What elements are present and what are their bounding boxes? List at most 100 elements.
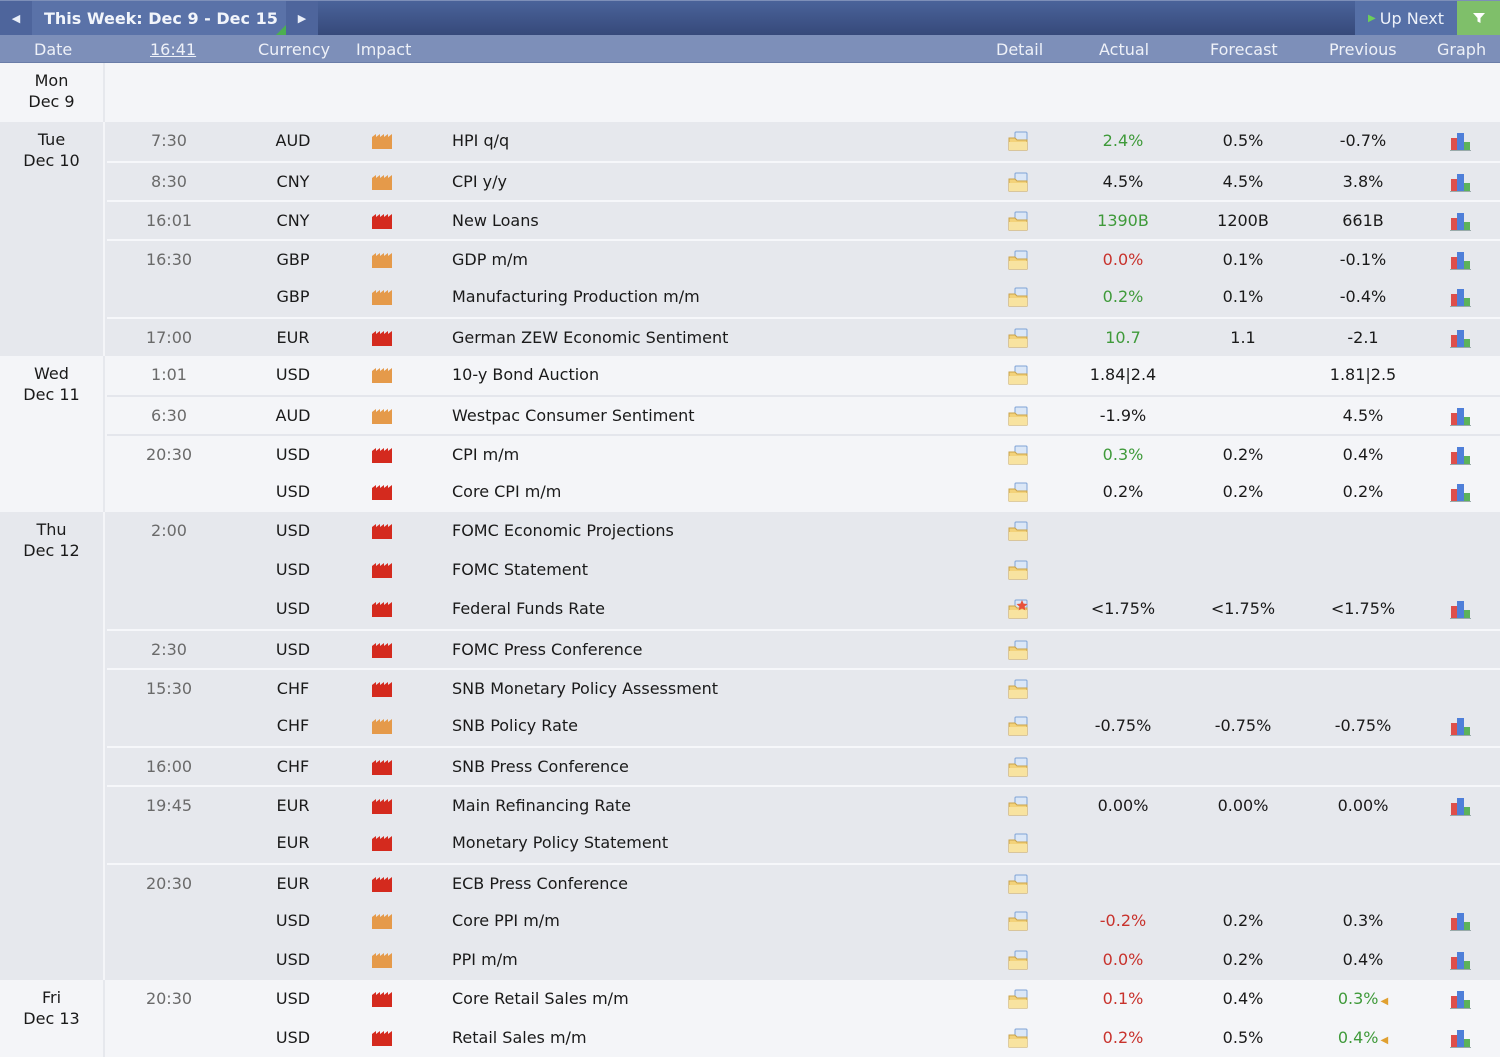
event-row[interactable]: USD Retail Sales m/m 0.2% 0.5% 0.4% ◀ — [107, 1019, 1500, 1057]
event-actual: 0.0% — [1102, 950, 1144, 969]
graph-icon[interactable] — [1448, 131, 1472, 151]
event-row[interactable]: 16:01 CNY New Loans 1390B 1200B 661B — [107, 200, 1500, 239]
event-name[interactable]: SNB Policy Rate — [452, 707, 578, 744]
next-week-button[interactable]: ▶ — [286, 1, 318, 35]
event-name[interactable]: Westpac Consumer Sentiment — [452, 397, 695, 434]
graph-icon[interactable] — [1448, 716, 1472, 736]
detail-folder-icon[interactable] — [1007, 950, 1031, 970]
event-name[interactable]: ECB Press Conference — [452, 865, 628, 902]
week-selector[interactable]: This Week: Dec 9 - Dec 15 — [32, 1, 286, 35]
detail-folder-icon[interactable] — [1007, 521, 1031, 541]
current-time-link[interactable]: 16:41 — [150, 40, 196, 59]
graph-icon[interactable] — [1448, 989, 1472, 1009]
detail-folder-icon[interactable] — [1007, 445, 1031, 465]
event-name[interactable]: Monetary Policy Statement — [452, 824, 668, 861]
event-name[interactable]: PPI m/m — [452, 941, 518, 978]
detail-folder-icon[interactable] — [1007, 716, 1031, 736]
event-row[interactable]: 16:00 CHF SNB Press Conference — [107, 746, 1500, 785]
event-time: 8:30 — [151, 172, 187, 191]
graph-icon[interactable] — [1448, 950, 1472, 970]
graph-icon[interactable] — [1448, 445, 1472, 465]
event-forecast: 0.2% — [1222, 950, 1264, 969]
event-row[interactable]: USD PPI m/m 0.0% 0.2% 0.4% — [107, 941, 1500, 980]
event-name[interactable]: Retail Sales m/m — [452, 1019, 587, 1056]
event-row[interactable]: 7:30 AUD HPI q/q 2.4% 0.5% -0.7% — [107, 122, 1500, 161]
event-name[interactable]: German ZEW Economic Sentiment — [452, 319, 728, 356]
event-name[interactable]: FOMC Press Conference — [452, 631, 642, 668]
detail-folder-icon[interactable] — [1007, 640, 1031, 660]
event-row[interactable]: 16:30 GBP GDP m/m 0.0% 0.1% -0.1% — [107, 239, 1500, 278]
event-name[interactable]: Manufacturing Production m/m — [452, 278, 700, 315]
day-label: Fri Dec 13 — [0, 980, 105, 1057]
event-row[interactable]: 2:00 USD FOMC Economic Projections — [107, 512, 1500, 551]
detail-folder-icon[interactable] — [1007, 833, 1031, 853]
event-row[interactable]: USD Core PPI m/m -0.2% 0.2% 0.3% — [107, 902, 1500, 941]
detail-folder-icon[interactable] — [1007, 757, 1031, 777]
event-name[interactable]: GDP m/m — [452, 241, 528, 278]
graph-icon[interactable] — [1448, 172, 1472, 192]
graph-icon[interactable] — [1448, 211, 1472, 231]
event-name[interactable]: FOMC Economic Projections — [452, 512, 674, 549]
event-name[interactable]: Core Retail Sales m/m — [452, 980, 629, 1017]
graph-icon[interactable] — [1448, 911, 1472, 931]
event-name[interactable]: Federal Funds Rate — [452, 590, 605, 627]
event-row[interactable]: EUR Monetary Policy Statement — [107, 824, 1500, 863]
event-name[interactable]: CPI m/m — [452, 436, 519, 473]
detail-folder-icon[interactable] — [1007, 911, 1031, 931]
event-row[interactable]: 15:30 CHF SNB Monetary Policy Assessment — [107, 668, 1500, 707]
event-row[interactable]: 20:30 USD Core Retail Sales m/m 0.1% 0.4… — [107, 980, 1500, 1019]
event-name[interactable]: Core PPI m/m — [452, 902, 560, 939]
event-row[interactable]: USD Core CPI m/m 0.2% 0.2% 0.2% — [107, 473, 1500, 512]
event-name[interactable]: SNB Press Conference — [452, 748, 629, 785]
event-name[interactable]: FOMC Statement — [452, 551, 588, 588]
event-row[interactable]: 8:30 CNY CPI y/y 4.5% 4.5% 3.8% — [107, 161, 1500, 200]
graph-icon[interactable] — [1448, 250, 1472, 270]
event-row[interactable]: USD FOMC Statement — [107, 551, 1500, 590]
detail-folder-icon[interactable] — [1007, 287, 1031, 307]
detail-folder-icon[interactable] — [1007, 172, 1031, 192]
event-row[interactable]: 17:00 EUR German ZEW Economic Sentiment … — [107, 317, 1500, 356]
detail-folder-icon[interactable] — [1007, 874, 1031, 894]
detail-folder-icon[interactable] — [1007, 328, 1031, 348]
up-next-button[interactable]: ▶ Up Next — [1355, 1, 1457, 35]
event-row[interactable]: 20:30 EUR ECB Press Conference — [107, 863, 1500, 902]
graph-icon[interactable] — [1448, 599, 1472, 619]
event-row[interactable]: 19:45 EUR Main Refinancing Rate 0.00% 0.… — [107, 785, 1500, 824]
graph-icon[interactable] — [1448, 1028, 1472, 1048]
graph-icon[interactable] — [1448, 328, 1472, 348]
graph-icon[interactable] — [1448, 406, 1472, 426]
filter-button[interactable] — [1457, 1, 1500, 35]
event-row[interactable]: USD Federal Funds Rate <1.75% <1.75% <1.… — [107, 590, 1500, 629]
previous-week-button[interactable]: ◀ — [0, 1, 32, 35]
detail-folder-icon[interactable] — [1007, 365, 1031, 385]
event-name[interactable]: HPI q/q — [452, 122, 509, 159]
graph-icon[interactable] — [1448, 796, 1472, 816]
event-name[interactable]: CPI y/y — [452, 163, 507, 200]
detail-folder-icon[interactable] — [1007, 131, 1031, 151]
event-name[interactable]: SNB Monetary Policy Assessment — [452, 670, 718, 707]
graph-icon[interactable] — [1448, 482, 1472, 502]
event-row[interactable]: 6:30 AUD Westpac Consumer Sentiment -1.9… — [107, 395, 1500, 434]
detail-folder-icon[interactable] — [1007, 989, 1031, 1009]
event-row[interactable]: 2:30 USD FOMC Press Conference — [107, 629, 1500, 668]
detail-folder-icon[interactable] — [1007, 560, 1031, 580]
graph-icon[interactable] — [1448, 287, 1472, 307]
event-name[interactable]: 10-y Bond Auction — [452, 356, 599, 393]
event-row[interactable]: GBP Manufacturing Production m/m 0.2% 0.… — [107, 278, 1500, 317]
detail-folder-icon[interactable] — [1007, 1028, 1031, 1048]
event-row[interactable]: 20:30 USD CPI m/m 0.3% 0.2% 0.4% — [107, 434, 1500, 473]
detail-folder-icon[interactable] — [1007, 250, 1031, 270]
detail-folder-icon[interactable] — [1007, 796, 1031, 816]
detail-folder-icon[interactable] — [1007, 406, 1031, 426]
event-row[interactable]: CHF SNB Policy Rate -0.75% -0.75% -0.75% — [107, 707, 1500, 746]
event-previous-cell: 3.8% — [1303, 163, 1423, 200]
event-currency: EUR — [276, 833, 310, 852]
event-name[interactable]: New Loans — [452, 202, 539, 239]
event-row[interactable]: 1:01 USD 10-y Bond Auction 1.84|2.4 1.81… — [107, 356, 1500, 395]
event-name[interactable]: Core CPI m/m — [452, 473, 561, 510]
detail-folder-icon[interactable] — [1007, 679, 1031, 699]
detail-folder-icon[interactable] — [1007, 211, 1031, 231]
event-name[interactable]: Main Refinancing Rate — [452, 787, 631, 824]
detail-folder-star-icon[interactable] — [1007, 599, 1031, 619]
detail-folder-icon[interactable] — [1007, 482, 1031, 502]
